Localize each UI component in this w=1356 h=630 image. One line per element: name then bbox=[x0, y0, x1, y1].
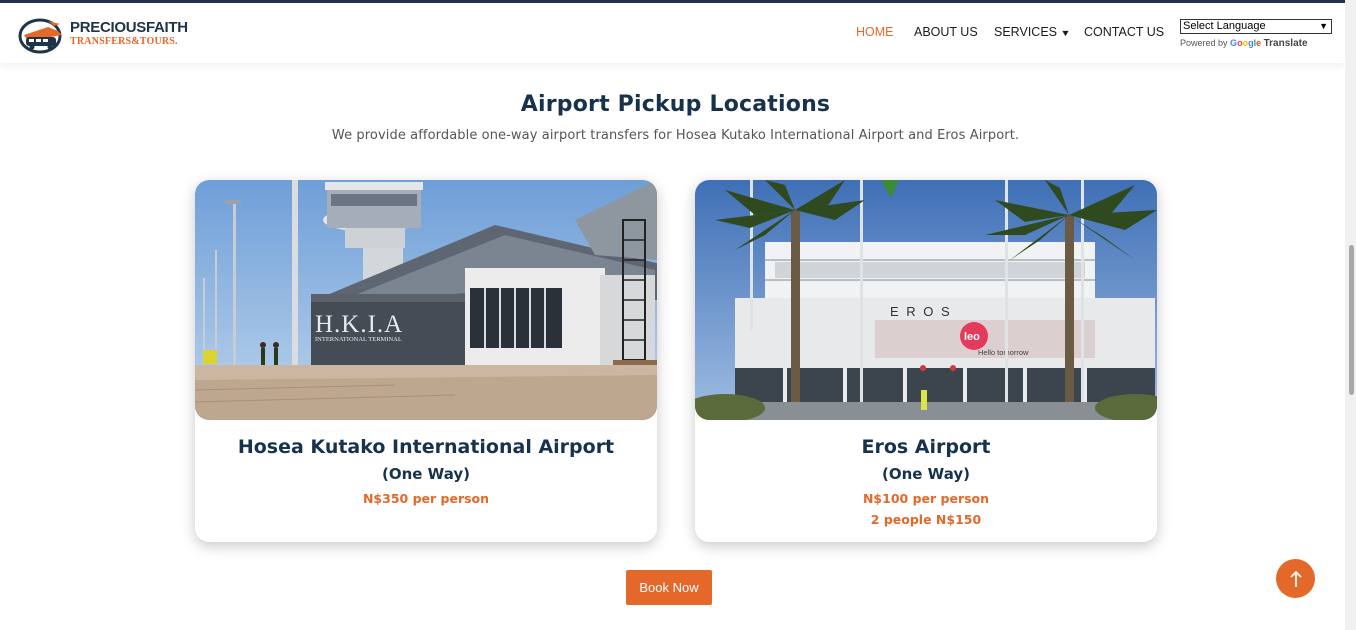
card-price: N$350 per person bbox=[362, 491, 490, 506]
hkia-sign: H.K.I.A bbox=[315, 311, 403, 338]
eros-terminal-image: E R O S leo Hello tomorrow bbox=[695, 180, 1157, 420]
nav-contact-us[interactable]: CONTACT US bbox=[1084, 25, 1164, 39]
hkia-sign-sub: INTERNATIONAL TERMINAL bbox=[315, 336, 402, 343]
leo-tagline: Hello tomorrow bbox=[978, 348, 1029, 357]
brand-logo[interactable]: PRECIOUSFAITH TRANSFERS&TOURS. bbox=[18, 15, 188, 55]
google-translate-widget: Select Language ▼ Powered by Google Tran… bbox=[1180, 19, 1332, 49]
card-price: N$100 per person bbox=[862, 491, 990, 506]
language-select[interactable]: Select Language ▼ bbox=[1180, 19, 1332, 34]
section-title: Airport Pickup Locations bbox=[520, 92, 831, 117]
site-header: PRECIOUSFAITH TRANSFERS&TOURS. HOME ABOU… bbox=[0, 3, 1345, 63]
google-wordmark-icon: Google bbox=[1230, 38, 1262, 48]
nav-about-us[interactable]: ABOUT US bbox=[914, 25, 978, 39]
card-subtitle: (One Way) bbox=[382, 465, 470, 483]
scrollbar-thumb[interactable] bbox=[1349, 245, 1354, 395]
card-title: Eros Airport bbox=[861, 436, 991, 458]
book-now-button[interactable]: Book Now bbox=[626, 570, 712, 605]
shuttle-van-logo-icon bbox=[18, 18, 62, 54]
chevron-down-icon: ▼ bbox=[1060, 28, 1071, 38]
nav-services-label: SERVICES bbox=[994, 25, 1057, 39]
airport-card-eros: E R O S leo Hello tomorrow Eros Airport … bbox=[695, 180, 1157, 542]
scroll-to-top-button[interactable] bbox=[1276, 559, 1315, 598]
chevron-down-icon: ▼ bbox=[1319, 21, 1328, 31]
nav-home[interactable]: HOME bbox=[856, 25, 894, 39]
arrow-up-icon bbox=[1289, 570, 1302, 587]
brand-name: PRECIOUSFAITH bbox=[70, 19, 188, 36]
card-price-group: 2 people N$150 bbox=[870, 512, 982, 527]
hkia-terminal-image: H.K.I.A INTERNATIONAL TERMINAL bbox=[195, 180, 657, 420]
brand-tagline: TRANSFERS&TOURS. bbox=[70, 36, 178, 47]
translate-link[interactable]: Translate bbox=[1264, 38, 1308, 49]
card-title: Hosea Kutako International Airport bbox=[237, 436, 615, 458]
card-subtitle: (One Way) bbox=[882, 465, 970, 483]
brand-wordmark: PRECIOUSFAITH TRANSFERS&TOURS. bbox=[70, 20, 188, 48]
powered-by-label: Powered by bbox=[1180, 38, 1228, 48]
nav-services[interactable]: SERVICES ▼ bbox=[994, 25, 1071, 39]
eros-sign: E R O S bbox=[890, 304, 952, 319]
airport-card-hkia: H.K.I.A INTERNATIONAL TERMINAL Hosea Kut… bbox=[195, 180, 657, 542]
section-subtitle: We provide affordable one-way airport tr… bbox=[331, 128, 1020, 143]
leo-logo: leo bbox=[964, 331, 980, 343]
language-select-value: Select Language bbox=[1183, 20, 1266, 32]
powered-by-google: Powered by Google Translate bbox=[1180, 38, 1332, 49]
